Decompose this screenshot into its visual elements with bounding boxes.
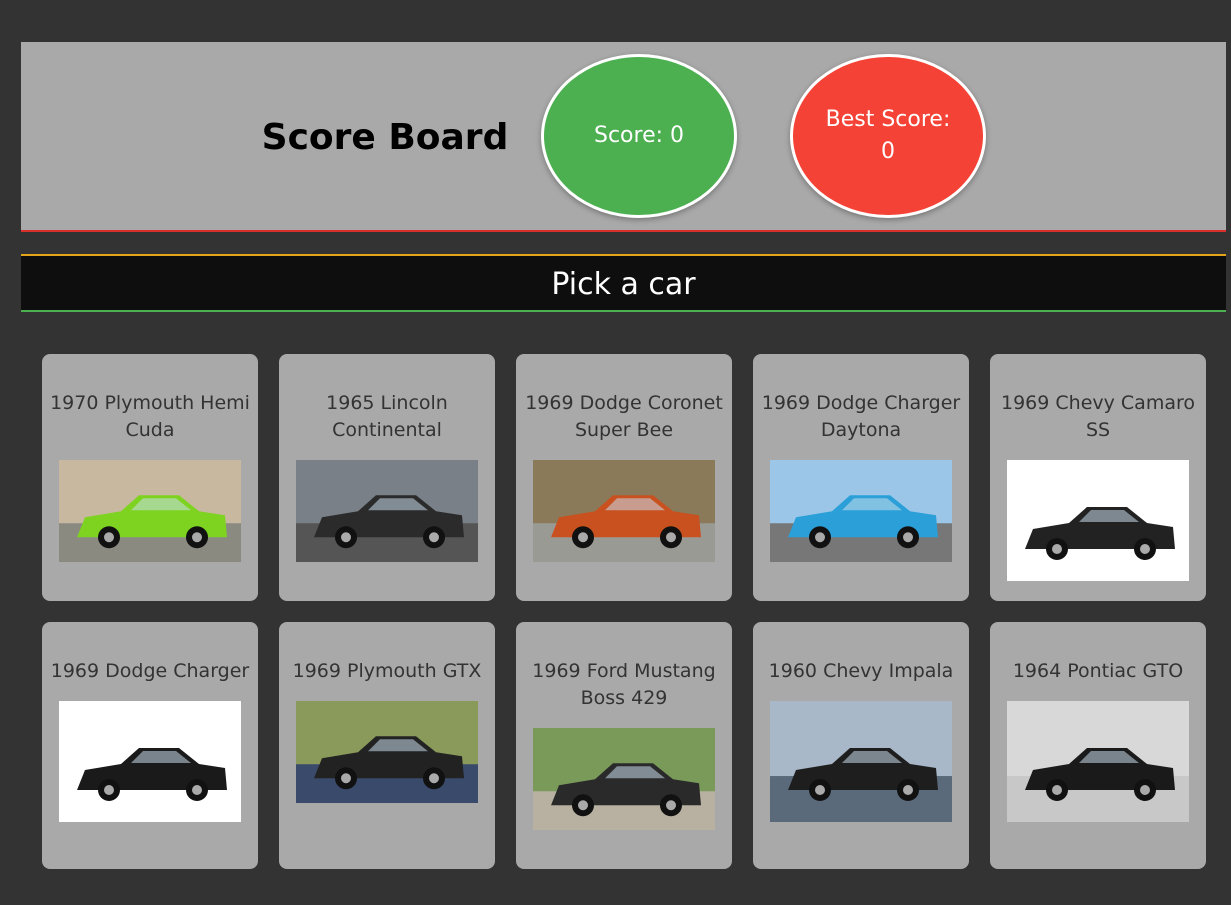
best-score-badge: Best Score: 0 [790,54,986,218]
car-card[interactable]: 1969 Ford Mustang Boss 429 [516,622,732,869]
score-badge: Score: 0 [541,54,737,218]
pick-prompt: Pick a car [21,254,1226,312]
car-card[interactable]: 1969 Dodge Charger [42,622,258,869]
car-name: 1969 Chevy Camaro SS [1001,392,1195,441]
best-score-label: Best Score: 0 [825,107,951,164]
car-card[interactable]: 1960 Chevy Impala [753,622,969,869]
car-image[interactable] [296,460,478,562]
car-name: 1969 Ford Mustang Boss 429 [532,660,716,709]
car-name: 1969 Dodge Coronet Super Bee [525,392,723,441]
car-image[interactable] [1007,701,1189,822]
car-card[interactable]: 1969 Dodge Charger Daytona [753,354,969,601]
car-image[interactable] [296,701,478,803]
car-name: 1970 Plymouth Hemi Cuda [50,392,250,441]
car-image[interactable] [1007,460,1189,581]
car-image[interactable] [533,460,715,562]
car-image[interactable] [770,460,952,562]
car-card[interactable]: 1969 Chevy Camaro SS [990,354,1206,601]
car-name: 1969 Dodge Charger [50,660,250,682]
car-image[interactable] [770,701,952,822]
car-card[interactable]: 1965 Lincoln Continental [279,354,495,601]
car-name: 1960 Chevy Impala [768,660,954,682]
car-card[interactable]: 1969 Dodge Coronet Super Bee [516,354,732,601]
car-name: 1969 Plymouth GTX [292,660,482,682]
car-image[interactable] [59,460,241,562]
car-card[interactable]: 1969 Plymouth GTX [279,622,495,869]
car-name: 1965 Lincoln Continental [326,392,448,441]
car-grid: 1970 Plymouth Hemi Cuda 1965 Lincoln Cont… [42,354,1206,869]
car-name: 1969 Dodge Charger Daytona [761,392,961,441]
car-image[interactable] [533,728,715,830]
score-label: Score: 0 [593,123,685,148]
car-card[interactable]: 1964 Pontiac GTO [990,622,1206,869]
car-name: 1964 Pontiac GTO [1012,660,1184,682]
car-image[interactable] [59,701,241,822]
scoreboard-title: Score Board [261,117,509,158]
car-card[interactable]: 1970 Plymouth Hemi Cuda [42,354,258,601]
scoreboard: Score Board Score: 0 Best Score: 0 [21,42,1226,232]
